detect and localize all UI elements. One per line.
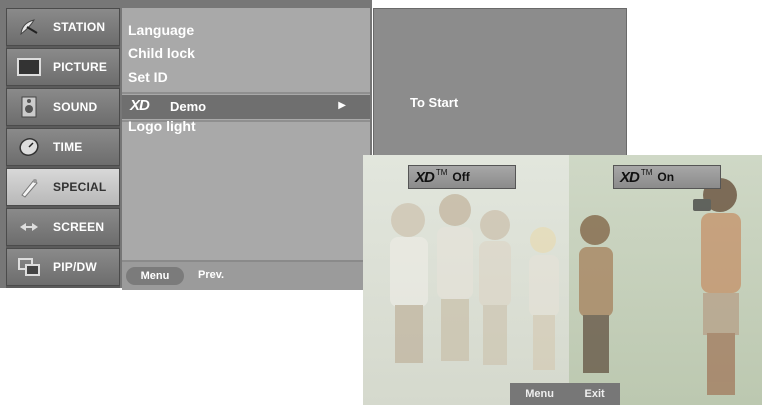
divider	[122, 92, 370, 94]
sidebar-item-screen[interactable]: SCREEN	[6, 208, 120, 246]
demo-label: Demo	[170, 99, 207, 114]
sidebar-item-label: SPECIAL	[53, 180, 107, 194]
xd-off-label: XD TM Off	[408, 165, 516, 189]
xd-logo: XD	[130, 97, 150, 114]
menu-item-xd-demo[interactable]: XD Demo ▶	[122, 95, 370, 119]
speaker-icon	[15, 96, 43, 118]
trademark: TM	[435, 167, 448, 177]
sidebar-item-label: TIME	[53, 140, 83, 154]
clock-icon	[15, 136, 43, 158]
special-icon	[15, 176, 43, 198]
sidebar-item-label: PICTURE	[53, 60, 108, 74]
sidebar-item-picture[interactable]: PICTURE	[6, 48, 120, 86]
sidebar-item-station[interactable]: STATION	[6, 8, 120, 46]
xd-demo-preview: XD TM Off XD TM On Menu Exit	[363, 155, 762, 405]
xd-state-off: Off	[452, 170, 470, 184]
trademark: TM	[640, 167, 653, 177]
sidebar-item-label: SCREEN	[53, 220, 105, 234]
demo-start-panel: To Start	[373, 8, 627, 158]
menu-item-language[interactable]: Language	[128, 22, 194, 38]
xd-logo: XD	[415, 168, 435, 186]
prev-label: Prev.	[198, 269, 225, 281]
picture-screen-icon	[15, 56, 43, 78]
to-start-option[interactable]: To Start	[410, 95, 458, 110]
demo-exit-button[interactable]: Exit	[585, 388, 605, 400]
sidebar-menu: STATION PICTURE SOUND TIME SPECIAL SCREE…	[6, 8, 120, 288]
menu-bottom-bar: Menu Prev.	[122, 260, 370, 290]
special-submenu: Language Child lock Set ID XD Demo ▶ Log…	[122, 8, 370, 290]
xd-logo: XD	[620, 168, 640, 186]
demo-menu-button[interactable]: Menu	[525, 388, 554, 400]
xd-state-on: On	[657, 170, 675, 184]
screen-adjust-icon	[15, 216, 43, 238]
children-photo	[390, 178, 741, 395]
pip-icon	[15, 256, 43, 278]
submenu-arrow-icon: ▶	[338, 100, 346, 111]
satellite-dish-icon	[15, 16, 43, 38]
sidebar-item-sound[interactable]: SOUND	[6, 88, 120, 126]
menu-item-logo-light[interactable]: Logo light	[128, 118, 196, 134]
sidebar-item-pip-dw[interactable]: PIP/DW	[6, 248, 120, 286]
osd-menu: STATION PICTURE SOUND TIME SPECIAL SCREE…	[0, 0, 372, 290]
menu-button[interactable]: Menu	[126, 267, 184, 285]
menu-item-set-id[interactable]: Set ID	[128, 69, 168, 85]
sidebar-item-label: PIP/DW	[53, 260, 97, 274]
sidebar-item-label: STATION	[53, 20, 106, 34]
menu-item-child-lock[interactable]: Child lock	[128, 45, 195, 61]
sidebar-item-time[interactable]: TIME	[6, 128, 120, 166]
demo-footer-bar: Menu Exit	[510, 383, 620, 405]
xd-on-label: XD TM On	[613, 165, 721, 189]
sidebar-item-special[interactable]: SPECIAL	[6, 168, 120, 206]
sidebar-item-label: SOUND	[53, 100, 98, 114]
